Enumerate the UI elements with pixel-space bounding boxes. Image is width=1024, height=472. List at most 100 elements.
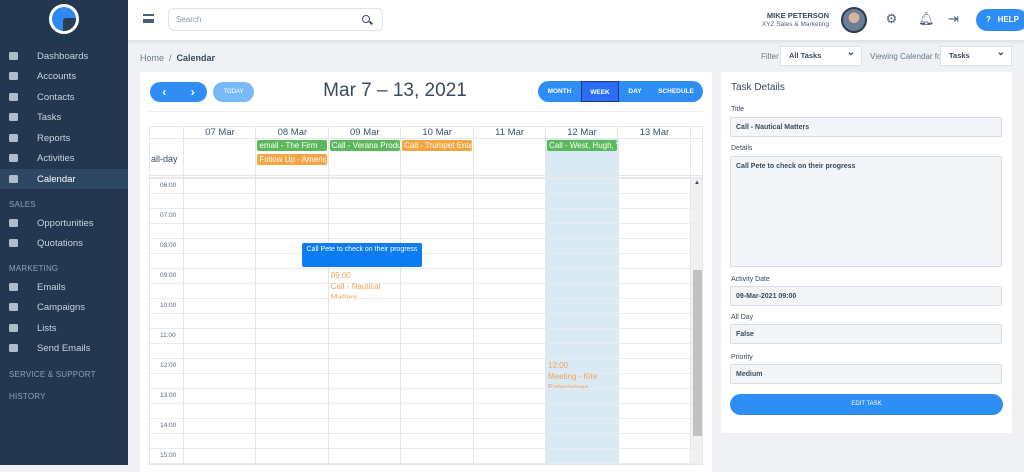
item-icon xyxy=(9,283,18,291)
task-details-heading: Task Details xyxy=(731,82,785,93)
day-divider xyxy=(689,127,691,464)
time-label: 06:00 xyxy=(160,182,177,189)
time-label: 12:00 xyxy=(160,362,177,369)
event-title: Call - Nautical Matters xyxy=(330,282,381,298)
menu-icon[interactable] xyxy=(143,14,154,23)
tasks-icon xyxy=(9,113,18,121)
details-label: Details xyxy=(731,145,753,152)
title-field[interactable]: Call - Nautical Matters xyxy=(730,117,1002,137)
sidebar-item-label: Contacts xyxy=(37,91,75,103)
allday-label: all-day xyxy=(151,154,178,164)
help-button[interactable]: ? HELP xyxy=(976,9,1024,31)
breadcrumb: Home / Calendar xyxy=(140,53,216,63)
next-icon[interactable]: › xyxy=(191,85,195,99)
timed-event[interactable]: 09:00 Call - Nautical Matters xyxy=(331,270,397,298)
view-month[interactable]: MONTH xyxy=(538,81,581,102)
time-col-divider xyxy=(183,127,184,464)
sidebar-item-tasks[interactable]: Tasks xyxy=(0,107,128,127)
sidebar-item-activities[interactable]: Activities xyxy=(0,148,128,168)
date-field[interactable]: 09-Mar-2021 09:00 xyxy=(730,286,1002,306)
breadcrumb-current: Calendar xyxy=(176,53,216,63)
allday-event[interactable]: Follow Up - American xyxy=(257,154,328,165)
scrollbar[interactable]: ▲ xyxy=(691,178,702,464)
allday-event[interactable]: email - The Firm xyxy=(257,140,328,151)
settings-icon[interactable]: ⚙ xyxy=(885,12,898,25)
bell-icon[interactable]: 🔔︎ xyxy=(918,12,935,25)
search-icon[interactable] xyxy=(362,15,370,23)
event-time: 12:00 xyxy=(548,361,569,370)
app-logo[interactable] xyxy=(49,4,79,34)
header-divider xyxy=(150,138,702,139)
logout-icon[interactable]: ⇥ xyxy=(947,12,960,25)
day-header[interactable]: 12 Mar xyxy=(546,127,618,138)
event-tooltip: Call Pete to check on their progress xyxy=(302,243,422,267)
sidebar-item-label: Campaigns xyxy=(37,301,86,313)
scroll-up-icon[interactable]: ▲ xyxy=(694,180,700,186)
accounts-icon xyxy=(9,72,18,80)
sidebar-item-reports[interactable]: Reports xyxy=(0,128,128,148)
view-week[interactable]: WEEK xyxy=(581,81,619,102)
sidebar-item-accounts[interactable]: Accounts xyxy=(0,66,128,86)
details-field[interactable]: Call Pete to check on their progress xyxy=(730,156,1002,267)
divider xyxy=(149,111,703,112)
search-input[interactable]: Search xyxy=(168,8,383,31)
contacts-icon xyxy=(9,93,18,101)
filter-select[interactable]: All Tasks xyxy=(780,44,862,66)
day-header[interactable]: 08 Mar xyxy=(256,127,328,138)
sidebar-item-calendar[interactable]: Calendar xyxy=(0,169,128,189)
allday-divider xyxy=(150,177,702,178)
allday-field[interactable]: False xyxy=(730,324,1002,344)
day-divider xyxy=(472,127,474,464)
allday-event[interactable]: Call - West, Hugh, Vance xyxy=(547,140,617,151)
user-name: MIKE PETERSON xyxy=(766,11,829,20)
allday-event[interactable]: Call - Trumpet Enterprises xyxy=(402,140,473,151)
timed-event[interactable]: 12:00 Meeting - Kite Enterprises xyxy=(548,360,614,388)
day-header[interactable]: 13 Mar xyxy=(618,127,690,138)
edit-task-button[interactable]: EDIT TASK xyxy=(730,394,1003,415)
time-label: 14:00 xyxy=(160,422,177,429)
section-marketing: MARKETING xyxy=(9,264,59,273)
sidebar-item-label: Reports xyxy=(37,132,71,144)
today-button[interactable]: TODAY xyxy=(213,82,254,102)
priority-field[interactable]: Medium xyxy=(730,364,1002,384)
scrollbar-thumb[interactable] xyxy=(693,270,702,436)
view-switcher: MONTH WEEK DAY SCHEDULE xyxy=(538,81,703,102)
allday-event[interactable]: Call - Verana Products xyxy=(329,140,400,151)
view-day[interactable]: DAY xyxy=(619,81,651,102)
day-header[interactable]: 09 Mar xyxy=(329,127,401,138)
item-icon xyxy=(9,303,18,311)
view-schedule[interactable]: SCHEDULE xyxy=(651,81,701,102)
event-title: Meeting - Kite Enterprises xyxy=(548,372,598,388)
sidebar-item-label: Accounts xyxy=(37,70,77,82)
breadcrumb-home[interactable]: Home xyxy=(140,53,164,63)
help-label: HELP xyxy=(997,15,1019,24)
viewing-select[interactable]: Tasks xyxy=(940,44,1012,66)
prev-icon[interactable]: ‹ xyxy=(162,85,166,99)
date-label: Activity Date xyxy=(731,276,770,283)
section-service[interactable]: SERVICE & SUPPORT xyxy=(9,370,96,379)
sidebar-item-label: Lists xyxy=(37,322,57,334)
sidebar-item-dashboards[interactable]: Dashboards xyxy=(0,46,128,66)
sidebar-item-send-emails[interactable]: Send Emails xyxy=(0,338,128,358)
section-sales: SALES xyxy=(9,200,36,209)
day-header[interactable]: 07 Mar xyxy=(184,127,256,138)
time-grid[interactable] xyxy=(150,178,690,464)
title-label: Title xyxy=(731,106,744,113)
sidebar-item-label: Tasks xyxy=(37,111,62,123)
avatar[interactable] xyxy=(841,7,867,33)
filter-label: Filter xyxy=(761,52,779,61)
user-role: XYZ Sales & Marketing xyxy=(761,21,829,28)
day-header[interactable]: 10 Mar xyxy=(401,127,473,138)
day-header[interactable]: 11 Mar xyxy=(474,127,546,138)
allday-field-label: All Day xyxy=(731,314,754,321)
sidebar-item-emails[interactable]: Emails xyxy=(0,277,128,297)
sidebar-item-opportunities[interactable]: Opportunities xyxy=(0,213,128,233)
sidebar-item-campaigns[interactable]: Campaigns xyxy=(0,297,128,317)
sidebar-item-quotations[interactable]: Quotations xyxy=(0,233,128,253)
sidebar-item-lists[interactable]: Lists xyxy=(0,318,128,338)
section-history[interactable]: HISTORY xyxy=(9,392,46,401)
calendar-title: Mar 7 – 13, 2021 xyxy=(323,80,467,101)
sidebar-item-contacts[interactable]: Contacts xyxy=(0,87,128,107)
item-icon xyxy=(9,344,18,352)
dashboards-icon xyxy=(9,52,18,60)
